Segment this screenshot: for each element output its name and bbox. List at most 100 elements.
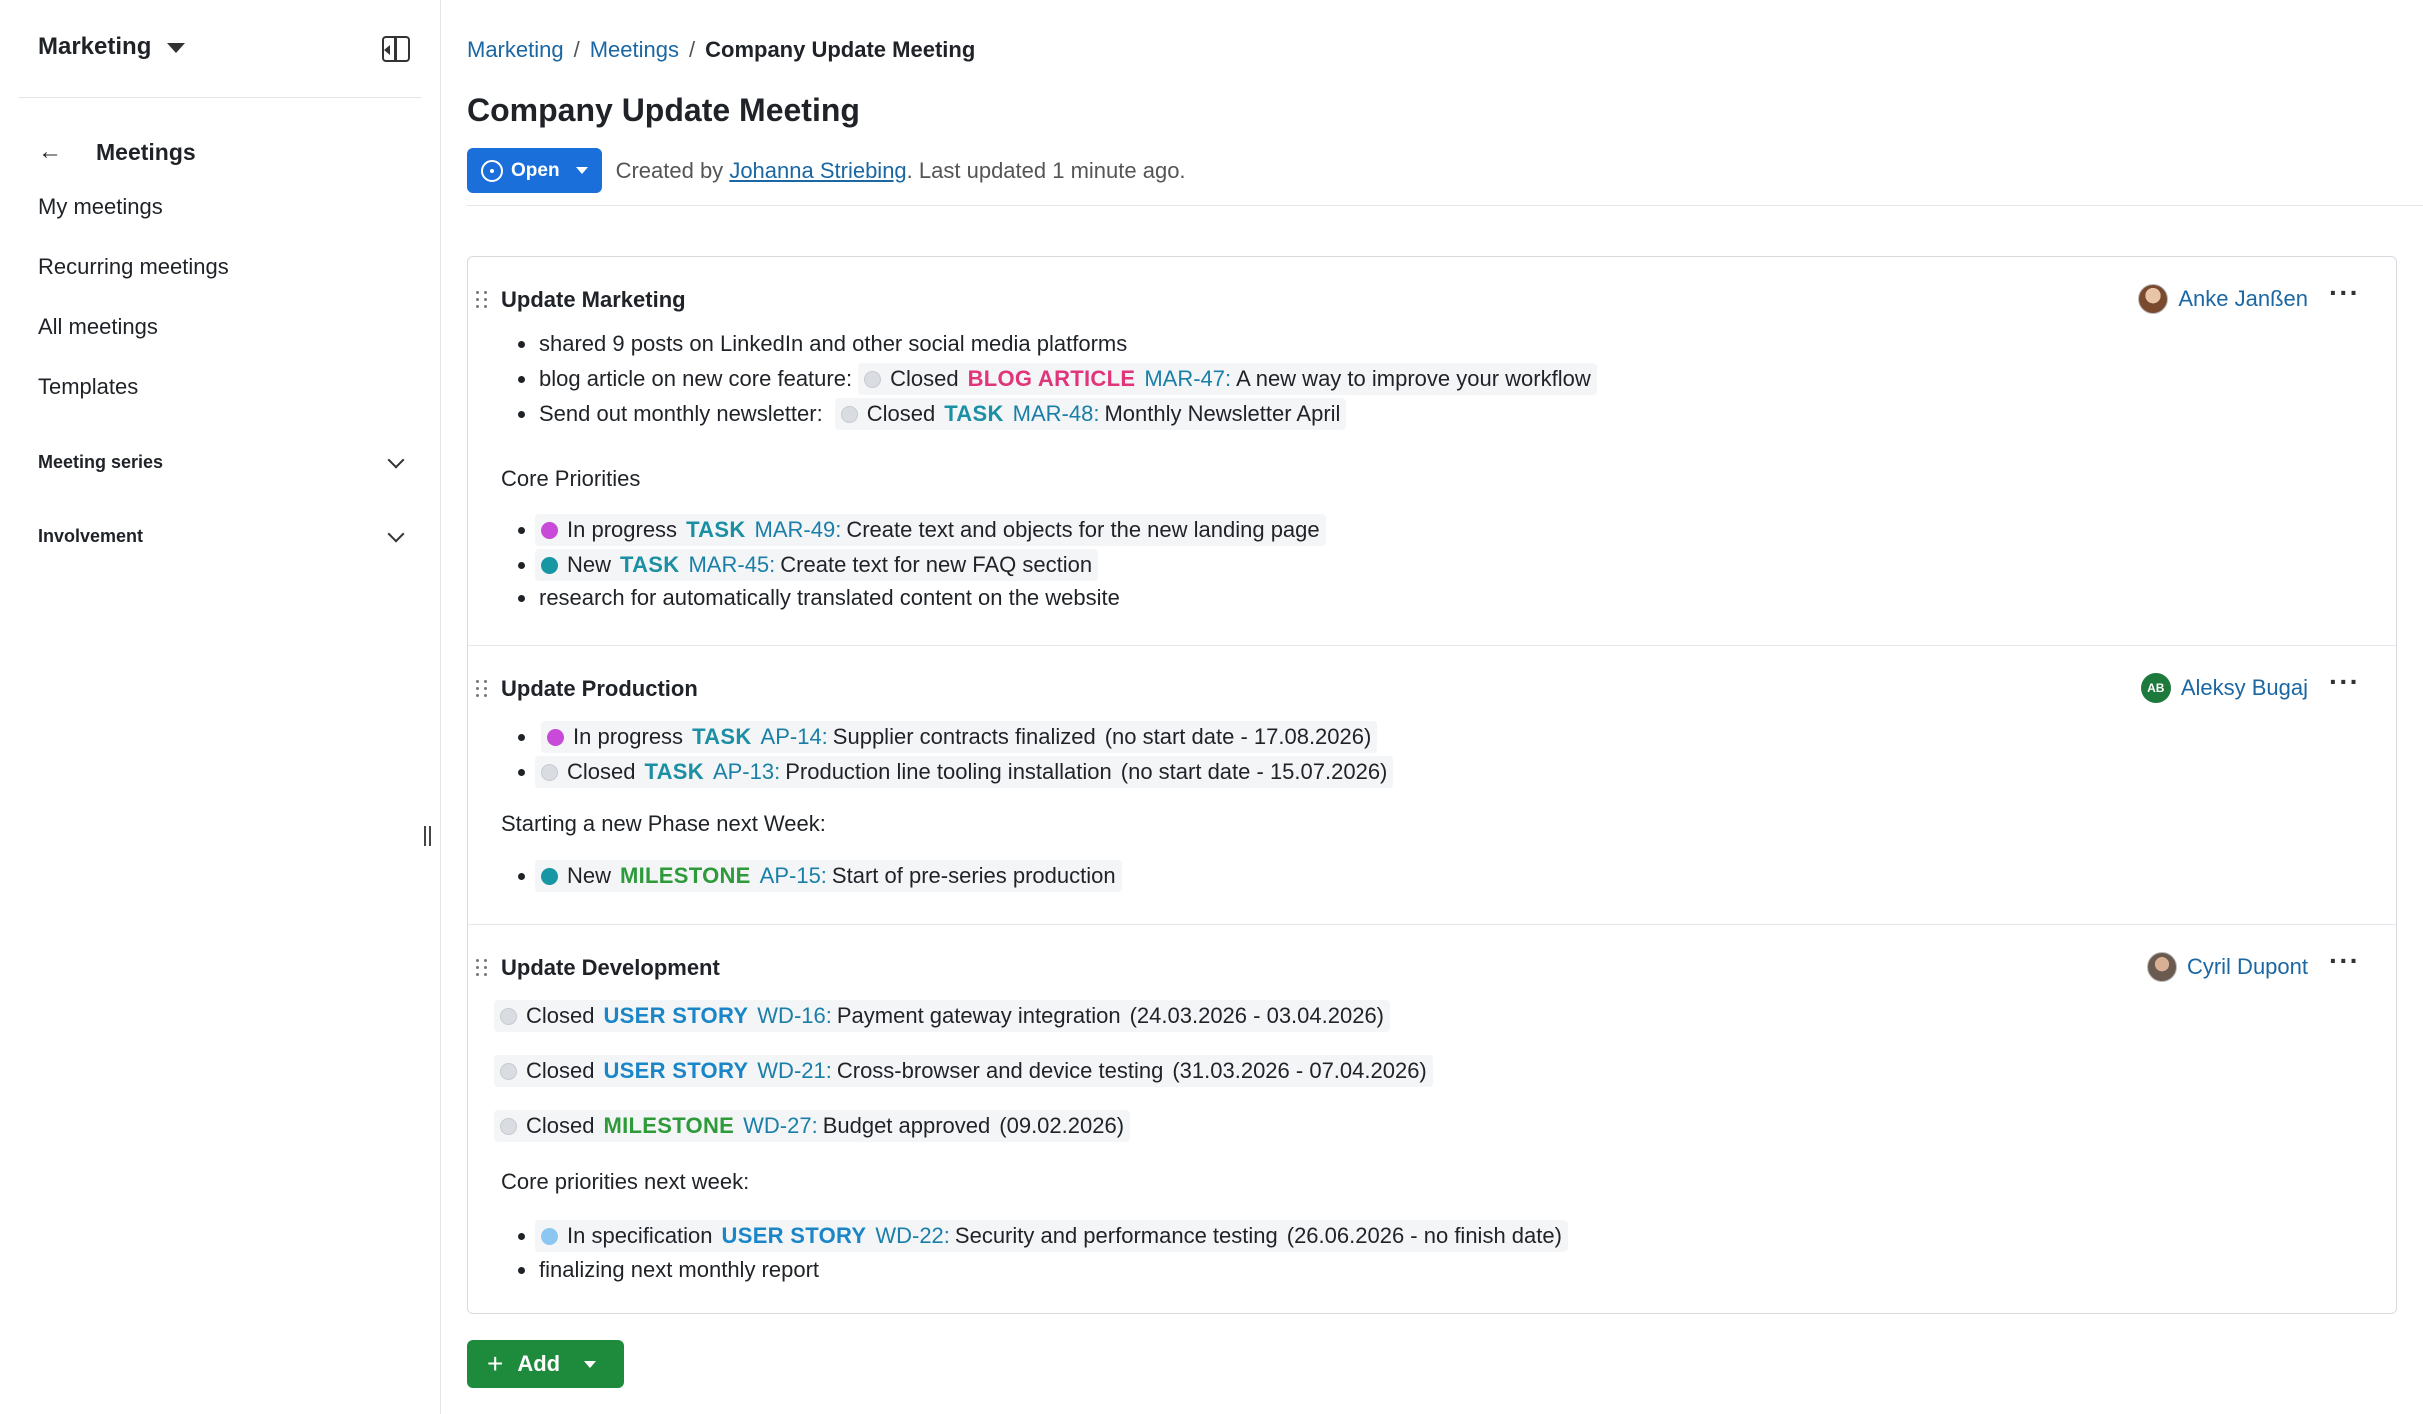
wp-id[interactable]: AP-14: [761, 724, 828, 750]
more-options-icon[interactable]: ··· [2329, 945, 2360, 977]
work-package-macro[interactable]: In specification USER STORY WD-22: Secur… [535, 1220, 1568, 1252]
drag-handle-icon[interactable] [476, 291, 488, 309]
add-button[interactable]: + Add [467, 1340, 624, 1388]
breadcrumb-link-project[interactable]: Marketing [467, 37, 564, 63]
wp-type: TASK [620, 552, 680, 577]
wp-id[interactable]: WD-27: [743, 1113, 818, 1139]
drag-handle-icon[interactable] [476, 680, 488, 698]
wp-type: TASK [686, 517, 746, 542]
more-options-icon[interactable]: ··· [2329, 277, 2360, 309]
wp-id[interactable]: MAR-49: [755, 517, 842, 543]
sidebar-section-label: Meeting series [38, 452, 164, 472]
work-package-macro[interactable]: Closed MILESTONE WD-27: Budget approved … [494, 1110, 1131, 1142]
wp-subject: Production line tooling installation [785, 759, 1112, 784]
sidebar-section-meeting-series[interactable]: Meeting series [38, 451, 408, 473]
sidebar-item-all-meetings[interactable]: All meetings [38, 314, 158, 340]
presenter-name: Anke Janßen [2178, 286, 2308, 311]
paragraph: Core Priorities [501, 463, 640, 495]
wp-subject: A new way to improve your workflow [1236, 366, 1591, 391]
section-title: Update Marketing [501, 287, 686, 312]
wp-type: MILESTONE [603, 1113, 735, 1138]
breadcrumb-current: Company Update Meeting [705, 37, 976, 62]
wp-status: Closed [866, 401, 936, 426]
sidebar-item-templates[interactable]: Templates [38, 374, 138, 400]
list-item: New TASK MAR-45: Create text for new FAQ… [518, 549, 1099, 581]
project-selector[interactable]: Marketing [38, 33, 186, 61]
wp-id[interactable]: AP-13: [713, 759, 780, 785]
wp-type: TASK [692, 724, 752, 749]
avatar: AB [2140, 673, 2171, 703]
wp-id[interactable]: AP-15: [760, 863, 827, 889]
work-package-macro[interactable]: Closed BLOG ARTICLE MAR-47: A new way to… [858, 363, 1597, 395]
wp-status: New [567, 863, 612, 888]
paragraph: Starting a new Phase next Week: [501, 808, 826, 840]
item-text: blog article on new core feature: [539, 366, 853, 391]
paragraph: Closed USER STORY WD-16: Payment gateway… [494, 1000, 1391, 1032]
back-arrow-icon[interactable]: ← [38, 138, 62, 166]
wp-dates: (no start date - 17.08.2026) [1104, 724, 1372, 749]
wp-dates: (26.06.2026 - no finish date) [1286, 1223, 1562, 1248]
created-by-prefix: Created by [615, 157, 724, 183]
status-new-icon [541, 867, 558, 885]
list-item: In progress TASK AP-14: Supplier contrac… [518, 721, 1378, 753]
wp-subject: Security and performance testing [954, 1223, 1278, 1248]
status-button[interactable]: Open [467, 148, 602, 193]
work-package-macro[interactable]: New TASK MAR-45: Create text for new FAQ… [535, 549, 1099, 581]
wp-status: Closed [526, 1113, 595, 1138]
wp-status: Closed [567, 759, 636, 784]
sidebar-section-involvement[interactable]: Involvement [38, 525, 408, 547]
wp-id[interactable]: MAR-45: [688, 552, 775, 578]
status-closed-icon [864, 370, 882, 388]
wp-status: Closed [526, 1058, 595, 1083]
wp-id[interactable]: WD-21: [757, 1058, 832, 1084]
work-package-macro[interactable]: New MILESTONE AP-15: Start of pre-series… [535, 860, 1122, 892]
drag-handle-icon[interactable] [476, 959, 488, 977]
wp-id[interactable]: MAR-48: [1013, 401, 1100, 427]
presenter[interactable]: Cyril Dupont [2146, 952, 2308, 982]
presenter[interactable]: AB Aleksy Bugaj [2140, 673, 2308, 703]
status-closed-icon [500, 1007, 517, 1025]
status-in-specification-icon [541, 1227, 558, 1245]
list-item: In progress TASK MAR-49: Create text and… [518, 514, 1326, 546]
status-closed-icon [541, 763, 558, 781]
wp-type: USER STORY [603, 1058, 749, 1083]
wp-status: Closed [890, 366, 959, 391]
author-link[interactable]: Johanna Striebing [729, 158, 906, 183]
wp-id[interactable]: WD-16: [757, 1003, 832, 1029]
sidebar-item-my-meetings[interactable]: My meetings [38, 194, 163, 220]
sidebar-resize-handle[interactable] [424, 826, 434, 848]
item-text: Send out monthly newsletter: [539, 401, 823, 426]
presenter-name: Aleksy Bugaj [2180, 675, 2308, 700]
list-item: blog article on new core feature: Closed… [518, 363, 1597, 395]
wp-id[interactable]: WD-22: [875, 1223, 950, 1249]
breadcrumb-link-meetings[interactable]: Meetings [590, 37, 679, 63]
caret-down-icon [167, 43, 186, 53]
work-package-macro[interactable]: Closed TASK MAR-48: Monthly Newsletter A… [834, 398, 1347, 430]
list-item: finalizing next monthly report [518, 1257, 819, 1283]
paragraph: Core priorities next week: [501, 1166, 749, 1198]
collapse-sidebar-icon[interactable] [382, 36, 410, 62]
wp-status: In progress [567, 517, 678, 542]
work-package-macro[interactable]: Closed TASK AP-13: Production line tooli… [535, 756, 1394, 788]
presenter-name: Cyril Dupont [2186, 954, 2308, 979]
list-item: In specification USER STORY WD-22: Secur… [518, 1220, 1568, 1252]
work-package-macro[interactable]: In progress TASK MAR-49: Create text and… [535, 514, 1326, 546]
wp-type: TASK [944, 401, 1004, 426]
wp-dates: (24.03.2026 - 03.04.2026) [1129, 1003, 1385, 1028]
status-in-progress-icon [541, 521, 558, 539]
chevron-down-icon [387, 451, 405, 468]
sidebar-item-recurring-meetings[interactable]: Recurring meetings [38, 254, 229, 280]
more-options-icon[interactable]: ··· [2329, 666, 2360, 698]
work-package-macro[interactable]: Closed USER STORY WD-16: Payment gateway… [494, 1000, 1391, 1032]
work-package-macro[interactable]: In progress TASK AP-14: Supplier contrac… [541, 721, 1378, 753]
wp-type: MILESTONE [620, 863, 751, 888]
wp-subject: Monthly Newsletter April [1104, 401, 1341, 426]
wp-id[interactable]: MAR-47: [1144, 366, 1231, 392]
breadcrumb: Marketing / Meetings / Company Update Me… [467, 37, 975, 63]
status-closed-icon [500, 1117, 517, 1135]
work-package-macro[interactable]: Closed USER STORY WD-21: Cross-browser a… [494, 1055, 1433, 1087]
presenter[interactable]: Anke Janßen [2138, 284, 2308, 314]
open-status-icon [481, 159, 503, 182]
wp-type: TASK [644, 759, 704, 784]
paragraph: Closed USER STORY WD-21: Cross-browser a… [494, 1055, 1433, 1087]
